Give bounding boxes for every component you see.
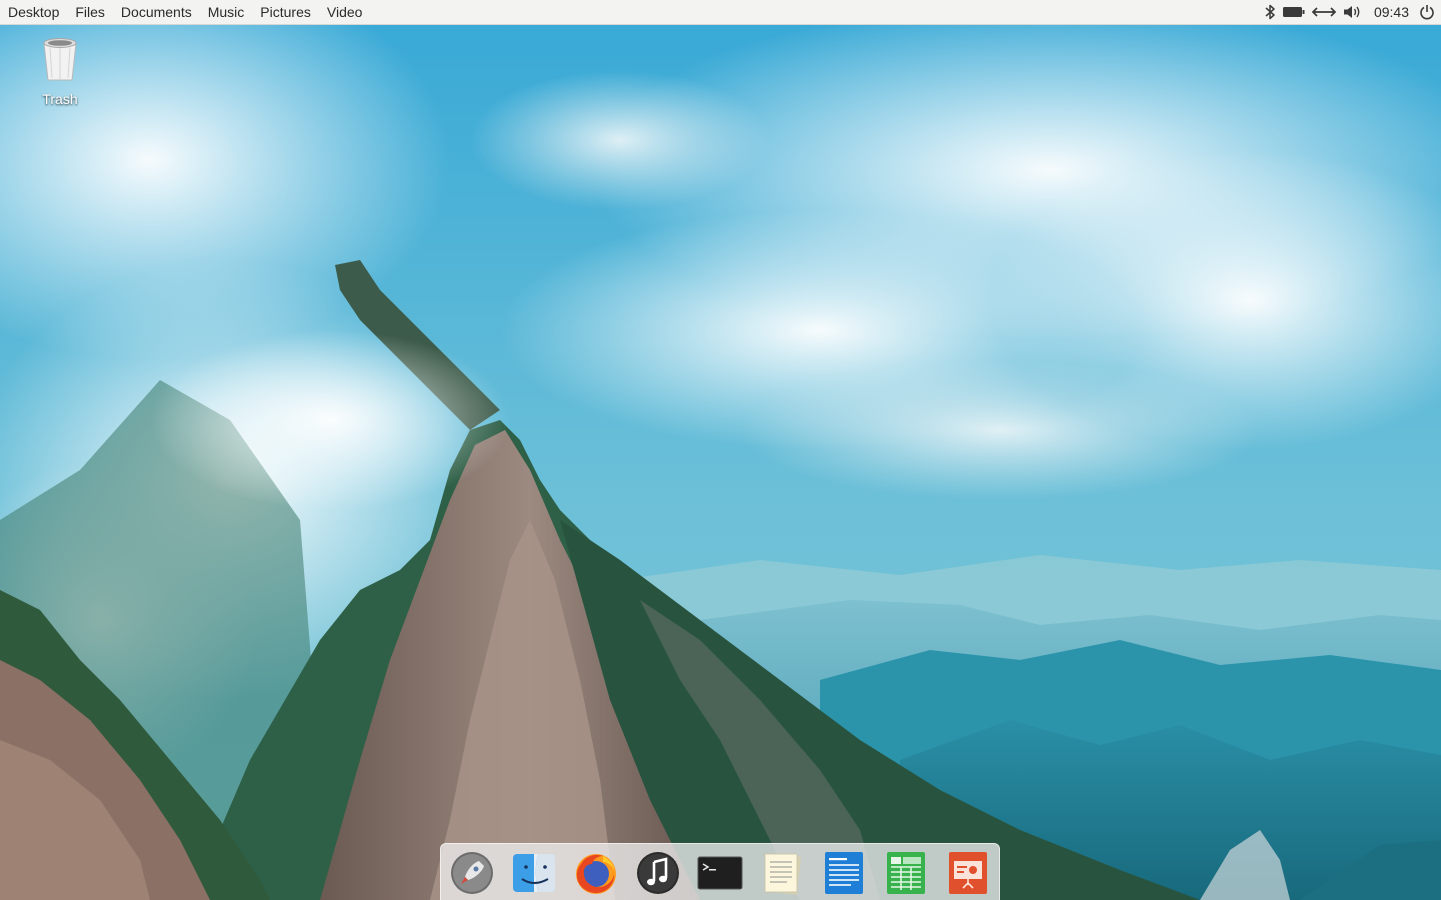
bluetooth-icon[interactable]: [1264, 0, 1276, 25]
menu-item-music[interactable]: Music: [200, 0, 253, 25]
menu-item-files[interactable]: Files: [67, 0, 113, 25]
dock-item-spreadsheet[interactable]: [882, 849, 930, 897]
menu-item-documents[interactable]: Documents: [113, 0, 200, 25]
spreadsheet-icon: [883, 850, 929, 896]
terminal-icon: [697, 850, 743, 896]
clock[interactable]: 09:43: [1368, 4, 1413, 20]
dock: [440, 843, 1000, 900]
dock-item-launcher[interactable]: [448, 849, 496, 897]
menu-item-desktop[interactable]: Desktop: [0, 0, 67, 25]
desktop-icon-trash[interactable]: Trash: [30, 36, 90, 107]
desktop-icon-label: Trash: [42, 91, 78, 107]
dock-item-text-editor[interactable]: [758, 849, 806, 897]
power-icon[interactable]: [1419, 0, 1435, 25]
battery-icon[interactable]: [1282, 0, 1306, 25]
trash-icon: [40, 36, 80, 87]
dock-item-writer[interactable]: [820, 849, 868, 897]
system-tray: 09:43: [1264, 0, 1441, 25]
menu-item-video[interactable]: Video: [319, 0, 371, 25]
dock-item-firefox[interactable]: [572, 849, 620, 897]
desktop-wallpaper: [0, 0, 1441, 900]
presentation-icon: [945, 850, 991, 896]
dock-item-music[interactable]: [634, 849, 682, 897]
firefox-icon: [573, 850, 619, 896]
dock-item-terminal[interactable]: [696, 849, 744, 897]
dock-item-presentation[interactable]: [944, 849, 992, 897]
dock-item-files[interactable]: [510, 849, 558, 897]
finder-icon: [511, 850, 557, 896]
top-panel: Desktop Files Documents Music Pictures V…: [0, 0, 1441, 25]
menu-item-pictures[interactable]: Pictures: [252, 0, 319, 25]
volume-icon[interactable]: [1342, 0, 1362, 25]
network-icon[interactable]: [1311, 0, 1336, 25]
document-icon: [821, 850, 867, 896]
places-menu: Desktop Files Documents Music Pictures V…: [0, 0, 370, 25]
rocket-icon: [449, 850, 495, 896]
music-icon: [635, 850, 681, 896]
notes-icon: [759, 850, 805, 896]
